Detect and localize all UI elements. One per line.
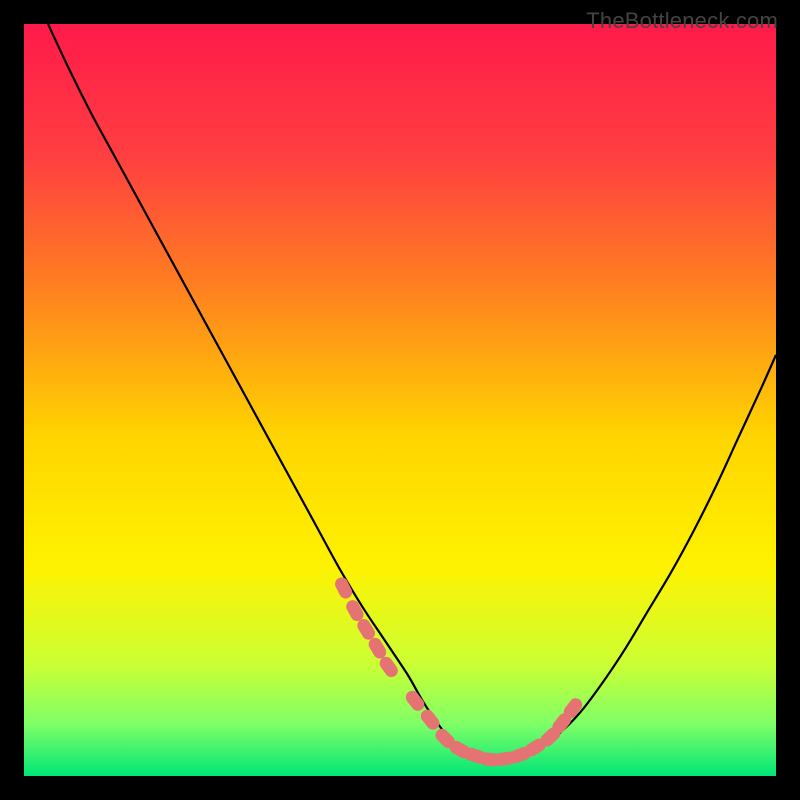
chart-svg — [0, 0, 800, 800]
watermark-text: TheBottleneck.com — [586, 8, 778, 34]
chart-container: TheBottleneck.com — [0, 0, 800, 800]
